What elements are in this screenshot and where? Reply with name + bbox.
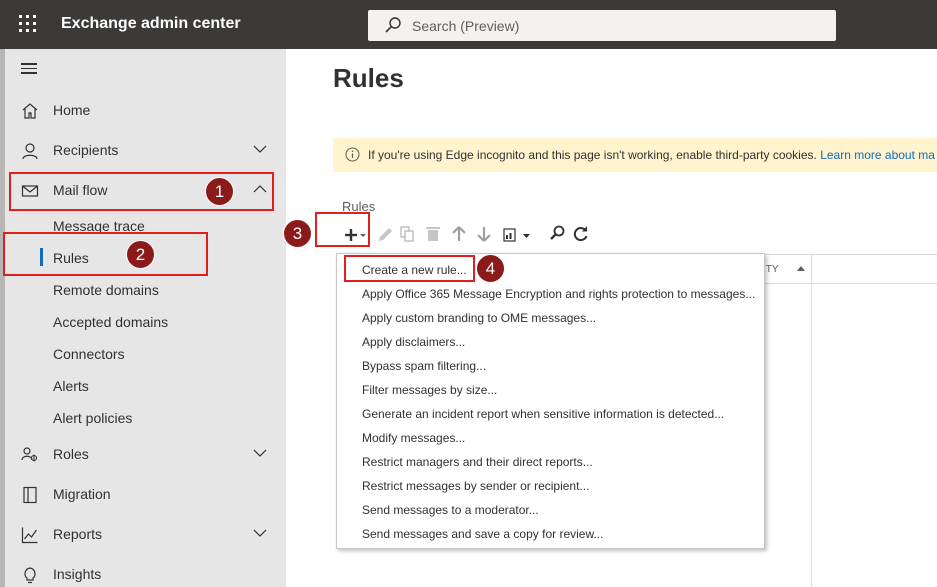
roles-icon: [21, 447, 38, 462]
lightbulb-icon: [24, 567, 36, 584]
sidebar-item-reports[interactable]: Reports: [5, 514, 286, 554]
chart-icon: [21, 527, 38, 544]
priority-column-header[interactable]: ITY: [763, 264, 779, 275]
search-placeholder: Search (Preview): [412, 18, 520, 34]
highlight-add-button: [315, 212, 370, 247]
app-launcher-icon[interactable]: [16, 12, 40, 36]
sidebar-item-migration[interactable]: Migration: [5, 474, 286, 514]
sidebar: Home Recipients Mail flow Message trace …: [5, 49, 286, 587]
banner-text: If you're using Edge incognito and this …: [368, 148, 817, 162]
delete-button[interactable]: [423, 221, 443, 245]
sidebar-item-label: Reports: [53, 526, 103, 542]
sidebar-item-label: Insights: [53, 566, 102, 582]
sidebar-subitem-remote-domains[interactable]: Remote domains: [53, 282, 159, 298]
column-separator: [811, 255, 812, 283]
sidebar-item-label: Migration: [53, 486, 111, 502]
sidebar-item-label: Roles: [53, 446, 89, 462]
chevron-down-icon[interactable]: [253, 144, 267, 154]
grid-divider: [811, 284, 812, 587]
page-title: Rules: [333, 63, 404, 93]
sort-up-icon[interactable]: [797, 265, 805, 272]
edit-icon: [379, 228, 392, 241]
up-arrow-icon: [452, 226, 466, 241]
sidebar-subitem-accepted-domains[interactable]: Accepted domains: [53, 314, 168, 330]
step-badge-2: 2: [126, 240, 155, 269]
move-down-button[interactable]: [474, 221, 494, 245]
sidebar-subitem-alerts[interactable]: Alerts: [53, 378, 89, 394]
copy-icon: [400, 226, 414, 242]
search-input[interactable]: Search (Preview): [368, 10, 836, 41]
sidebar-item-label: Recipients: [53, 142, 119, 158]
highlight-rules: [3, 232, 208, 276]
edit-button[interactable]: [375, 221, 395, 245]
delete-icon: [426, 227, 440, 241]
refresh-button[interactable]: [571, 221, 591, 245]
home-icon: [22, 103, 38, 119]
sidebar-subitem-connectors[interactable]: Connectors: [53, 346, 125, 362]
sidebar-item-roles[interactable]: Roles: [5, 434, 286, 474]
highlight-create-rule: [344, 255, 475, 282]
info-icon: [345, 147, 360, 162]
hamburger-icon[interactable]: [21, 63, 37, 75]
report-icon: [503, 228, 530, 242]
app-title[interactable]: Exchange admin center: [61, 15, 241, 33]
sidebar-subitem-alert-policies[interactable]: Alert policies: [53, 410, 132, 426]
top-bar: Exchange admin center Search (Preview): [0, 0, 937, 49]
step-badge-1: 1: [205, 177, 234, 206]
refresh-icon: [573, 226, 588, 242]
menu-item-apply-encryption[interactable]: Apply Office 365 Message Encryption and …: [362, 287, 755, 301]
info-banner: If you're using Edge incognito and this …: [333, 138, 937, 172]
move-up-button[interactable]: [449, 221, 469, 245]
migration-icon: [23, 486, 37, 504]
sidebar-item-insights[interactable]: Insights: [5, 554, 286, 587]
copy-button[interactable]: [397, 221, 417, 245]
learn-more-link[interactable]: Learn more about ma: [820, 148, 935, 162]
step-badge-3: 3: [283, 219, 312, 248]
chevron-down-icon[interactable]: [253, 448, 267, 458]
search-icon: [385, 17, 401, 33]
down-arrow-icon: [477, 227, 491, 242]
menu-item-restrict-sender[interactable]: Restrict messages by sender or recipient…: [362, 479, 589, 493]
menu-item-apply-disclaimers[interactable]: Apply disclaimers...: [362, 335, 465, 349]
menu-item-restrict-managers[interactable]: Restrict managers and their direct repor…: [362, 455, 593, 469]
highlight-mail-flow: [9, 172, 274, 211]
step-badge-4: 4: [476, 254, 505, 283]
menu-item-modify-messages[interactable]: Modify messages...: [362, 431, 465, 445]
sidebar-item-home[interactable]: Home: [5, 90, 286, 130]
menu-item-send-save-copy[interactable]: Send messages and save a copy for review…: [362, 527, 603, 541]
menu-item-filter-size[interactable]: Filter messages by size...: [362, 383, 497, 397]
sidebar-item-label: Home: [53, 102, 91, 118]
menu-item-send-moderator[interactable]: Send messages to a moderator...: [362, 503, 539, 517]
chevron-down-icon[interactable]: [253, 528, 267, 538]
menu-item-custom-branding[interactable]: Apply custom branding to OME messages...: [362, 311, 596, 325]
menu-item-incident-report[interactable]: Generate an incident report when sensiti…: [362, 407, 724, 421]
sidebar-item-recipients[interactable]: Recipients: [5, 130, 286, 170]
search-icon: [550, 225, 565, 240]
menu-item-bypass-spam[interactable]: Bypass spam filtering...: [362, 359, 486, 373]
new-rule-dropdown-menu: Create a new rule... Apply Office 365 Me…: [336, 253, 765, 549]
person-icon: [22, 143, 38, 160]
rules-grid-header: ITY: [763, 254, 937, 284]
search-button[interactable]: [547, 221, 567, 245]
report-button[interactable]: [502, 221, 536, 245]
